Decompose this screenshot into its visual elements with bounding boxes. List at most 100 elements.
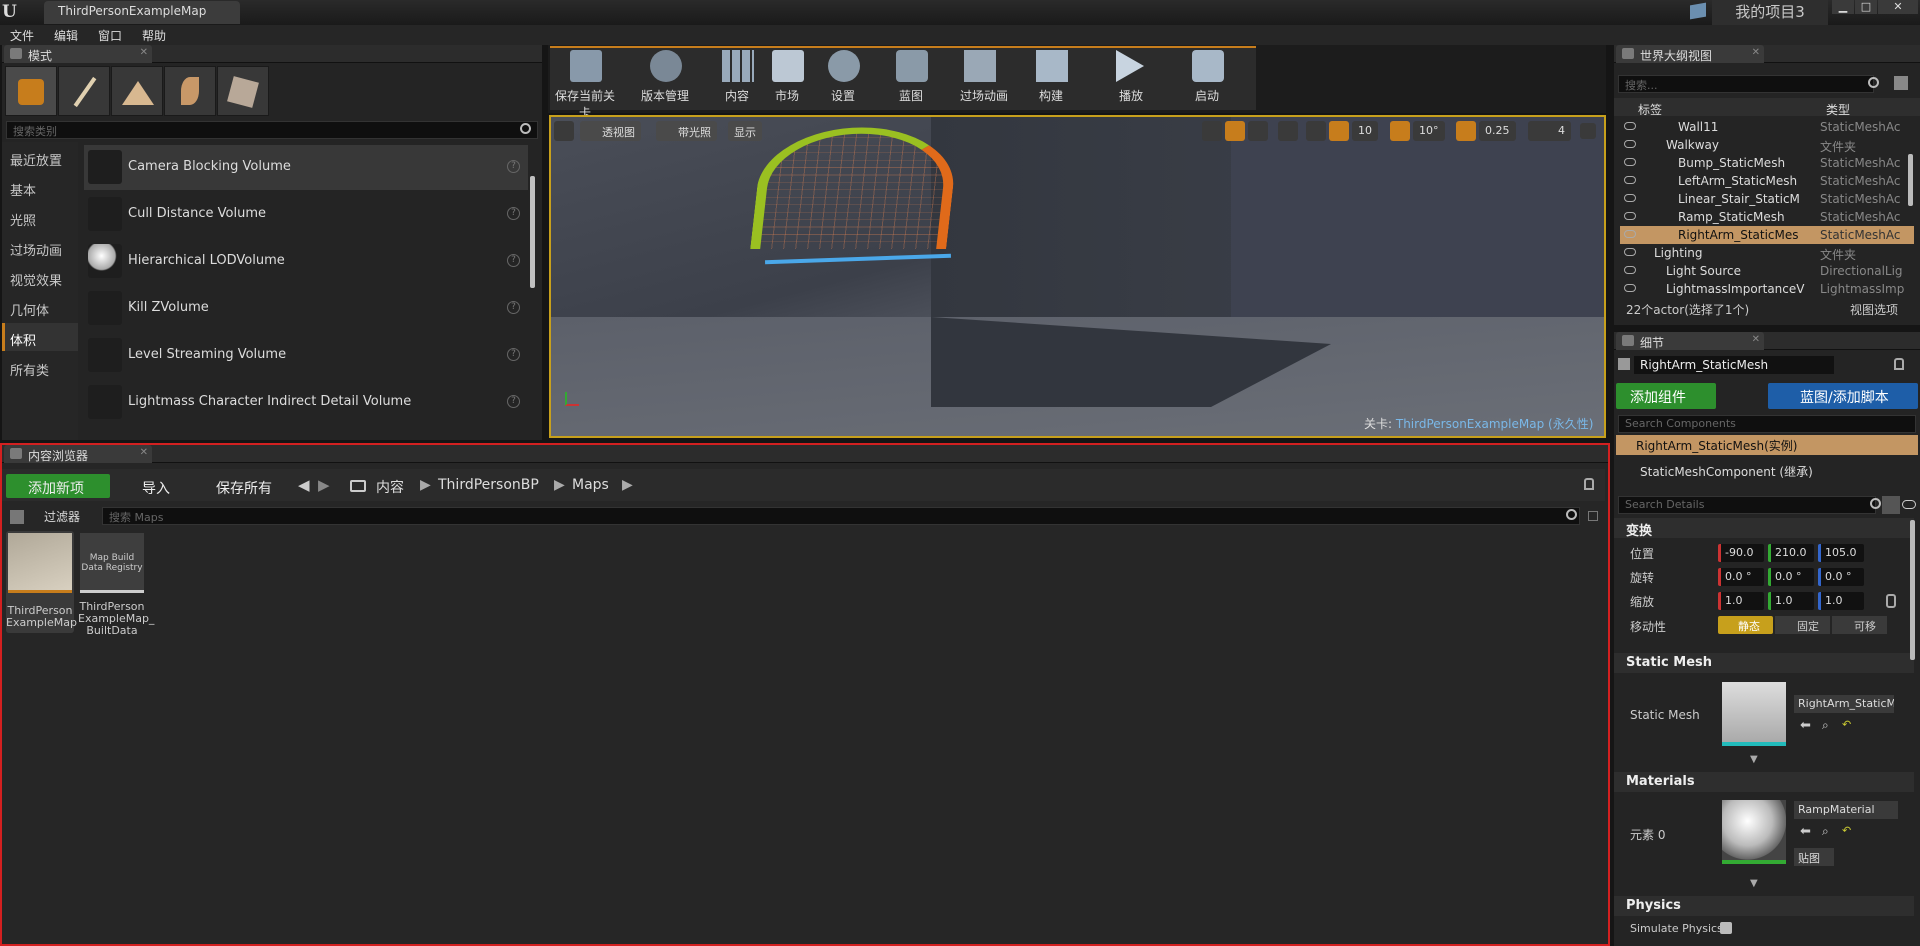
view-options-button[interactable]: 视图选项 bbox=[1832, 301, 1898, 318]
asset-tile[interactable]: ThirdPerson ExampleMap bbox=[6, 531, 77, 633]
outliner-row[interactable]: LightmassImportanceV LightmassImp bbox=[1620, 280, 1914, 298]
category-all-classes[interactable]: 所有类 bbox=[10, 360, 49, 379]
tab-modes[interactable]: 模式 ✕ bbox=[4, 45, 152, 63]
scale-z-input[interactable]: 1.0 bbox=[1818, 592, 1864, 610]
camera-speed-button[interactable]: 4 bbox=[1528, 121, 1571, 141]
outliner-row[interactable]: Wall11 StaticMeshAc bbox=[1620, 118, 1914, 136]
help-icon[interactable]: ? bbox=[507, 207, 520, 220]
expand-chevron-icon[interactable]: ▼ bbox=[1750, 754, 1758, 765]
save-all-button[interactable]: 保存所有 bbox=[192, 474, 278, 498]
static-mesh-thumbnail[interactable] bbox=[1722, 682, 1786, 746]
import-button[interactable]: 导入 bbox=[118, 474, 176, 498]
outliner-row[interactable]: Ramp_StaticMesh StaticMeshAc bbox=[1620, 208, 1914, 226]
help-icon[interactable]: ? bbox=[507, 395, 520, 408]
reset-icon[interactable]: ↶ bbox=[1842, 718, 1851, 731]
scale-y-input[interactable]: 1.0 bbox=[1768, 592, 1814, 610]
rotate-icon[interactable] bbox=[1225, 121, 1245, 141]
close-tab-icon[interactable]: ✕ bbox=[1752, 334, 1760, 345]
menu-file[interactable]: 文件 bbox=[10, 27, 34, 44]
browse-icon[interactable]: ⌕ bbox=[1822, 718, 1829, 733]
add-folder-icon[interactable] bbox=[1894, 76, 1908, 90]
details-search-input[interactable]: Search Details bbox=[1618, 496, 1876, 514]
lock-icon[interactable] bbox=[1894, 358, 1904, 370]
use-selected-arrow-icon[interactable]: ⬅ bbox=[1800, 718, 1811, 733]
rotation-x-input[interactable]: 0.0 ° bbox=[1718, 568, 1764, 586]
property-matrix-icon[interactable] bbox=[1882, 496, 1900, 514]
visibility-eye-icon[interactable] bbox=[1624, 194, 1636, 202]
outliner-row[interactable]: RightArm_StaticMes StaticMeshAc bbox=[1620, 226, 1914, 244]
place-mode-icon[interactable] bbox=[5, 66, 57, 116]
breadcrumb-thirdpersonbp[interactable]: ThirdPersonBP bbox=[438, 477, 539, 493]
landscape-mode-icon[interactable] bbox=[111, 66, 163, 116]
volume-item[interactable]: Hierarchical LODVolume? bbox=[84, 239, 528, 284]
mobility-movable[interactable]: 可移 bbox=[1832, 616, 1887, 634]
details-scrollbar[interactable] bbox=[1910, 520, 1915, 660]
close-window-button[interactable]: ✕ bbox=[1878, 0, 1918, 14]
visibility-eye-icon[interactable] bbox=[1624, 140, 1636, 148]
category-geometry[interactable]: 几何体 bbox=[10, 300, 49, 319]
category-recent[interactable]: 最近放置 bbox=[10, 150, 62, 169]
outliner-row[interactable]: Bump_StaticMesh StaticMeshAc bbox=[1620, 154, 1914, 172]
lit-mode-button[interactable]: 带光照 bbox=[656, 121, 717, 141]
visibility-eye-icon[interactable] bbox=[1624, 158, 1636, 166]
use-selected-arrow-icon[interactable]: ⬅ bbox=[1800, 824, 1811, 839]
category-basic[interactable]: 基本 bbox=[10, 180, 36, 199]
outliner-row[interactable]: Light Source DirectionalLig bbox=[1620, 262, 1914, 280]
viewport-options-icon[interactable] bbox=[554, 121, 574, 141]
gizmo-axis-blue[interactable] bbox=[764, 253, 952, 265]
tab-outliner[interactable]: 世界大纲视图 ✕ bbox=[1616, 45, 1764, 63]
content-search-input[interactable]: 搜索 Maps bbox=[102, 507, 1580, 525]
lock-icon[interactable] bbox=[1584, 478, 1594, 490]
location-y-input[interactable]: 210.0 bbox=[1768, 544, 1814, 562]
section-materials[interactable]: Materials bbox=[1614, 772, 1914, 792]
mobility-stationary[interactable]: 固定 bbox=[1775, 616, 1830, 634]
column-type[interactable]: 类型 bbox=[1826, 101, 1850, 118]
view-settings-icon[interactable] bbox=[1588, 511, 1598, 521]
grid-snap-icon[interactable] bbox=[1329, 121, 1349, 141]
section-transform[interactable]: 变换 bbox=[1614, 518, 1914, 539]
root-component-row[interactable]: RightArm_StaticMesh(实例) bbox=[1616, 435, 1918, 455]
modes-scrollbar[interactable] bbox=[530, 176, 535, 288]
scale-snap-icon[interactable] bbox=[1456, 121, 1476, 141]
paint-mode-icon[interactable] bbox=[58, 66, 110, 116]
settings-button[interactable]: 设置 bbox=[812, 48, 874, 108]
add-component-button[interactable]: 添加组件 bbox=[1616, 383, 1716, 409]
maximize-viewport-icon[interactable] bbox=[1580, 123, 1596, 139]
location-x-input[interactable]: -90.0 bbox=[1718, 544, 1764, 562]
location-z-input[interactable]: 105.0 bbox=[1818, 544, 1864, 562]
blueprints-button[interactable]: 蓝图 bbox=[880, 48, 942, 108]
menu-help[interactable]: 帮助 bbox=[142, 27, 166, 44]
cinematics-button[interactable]: 过场动画 bbox=[948, 48, 1020, 108]
browse-icon[interactable]: ⌕ bbox=[1822, 824, 1829, 839]
volume-item[interactable]: Cull Distance Volume? bbox=[84, 192, 528, 237]
tab-details[interactable]: 细节 ✕ bbox=[1616, 332, 1764, 350]
grid-snap-value[interactable]: 10 bbox=[1352, 121, 1378, 141]
visibility-eye-icon[interactable] bbox=[1624, 248, 1636, 256]
scale-icon[interactable] bbox=[1248, 121, 1268, 141]
category-lights[interactable]: 光照 bbox=[10, 210, 36, 229]
mobility-static[interactable]: 静态 bbox=[1718, 616, 1773, 634]
asset-tile[interactable]: Map Build Data Registry ThirdPerson Exam… bbox=[78, 531, 154, 637]
volume-item[interactable]: Camera Blocking Volume? bbox=[84, 145, 528, 190]
menu-edit[interactable]: 编辑 bbox=[54, 27, 78, 44]
category-volumes[interactable]: 体积 bbox=[10, 330, 36, 349]
visibility-eye-icon[interactable] bbox=[1624, 284, 1636, 292]
visibility-eye-icon[interactable] bbox=[1624, 212, 1636, 220]
view-mode-button[interactable]: 透视图 bbox=[580, 121, 641, 141]
blueprint-script-button[interactable]: 蓝图/添加脚本 bbox=[1768, 383, 1918, 409]
marketplace-button[interactable]: 市场 bbox=[756, 48, 818, 108]
category-visual-effects[interactable]: 视觉效果 bbox=[10, 270, 62, 289]
static-mesh-dropdown[interactable]: RightArm_StaticM bbox=[1794, 695, 1894, 713]
visibility-eye-icon[interactable] bbox=[1624, 122, 1636, 130]
scale-x-input[interactable]: 1.0 bbox=[1718, 592, 1764, 610]
build-button[interactable]: 构建 bbox=[1020, 48, 1082, 108]
foliage-mode-icon[interactable] bbox=[164, 66, 216, 116]
unreal-logo-icon[interactable]: U bbox=[2, 2, 24, 22]
breadcrumb-content[interactable]: 内容 bbox=[376, 477, 404, 497]
section-physics[interactable]: Physics bbox=[1614, 896, 1914, 916]
maximize-button[interactable]: □ bbox=[1855, 0, 1877, 14]
world-local-icon[interactable] bbox=[1278, 121, 1298, 141]
tab-content-browser[interactable]: 内容浏览器 ✕ bbox=[4, 445, 152, 463]
material-dropdown[interactable]: RampMaterial bbox=[1794, 801, 1898, 819]
unlock-icon[interactable] bbox=[1886, 594, 1896, 608]
